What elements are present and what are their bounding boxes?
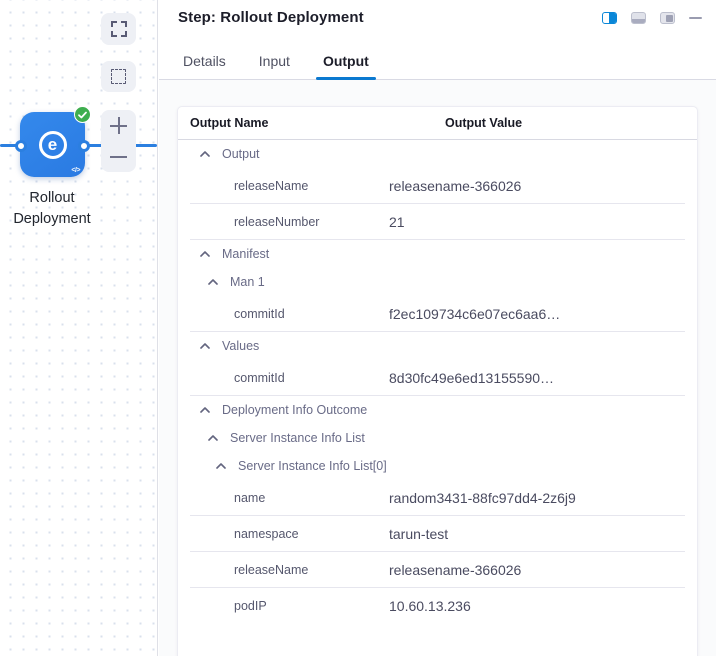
tab-content: Output Name Output Value Output releaseNa… [159,80,716,656]
section-row[interactable]: Manifest [178,240,697,268]
split-right-icon[interactable] [602,12,617,24]
node-output-port[interactable] [78,140,90,152]
chevron-up-icon[interactable] [200,151,210,157]
output-row: commitId8d30fc49e6ed13155590… [178,360,697,396]
section-row[interactable]: Server Instance Info List[0] [178,452,697,480]
tab-input[interactable]: Input [257,53,292,79]
output-table-card: Output Name Output Value Output releaseNa… [177,106,698,656]
column-header-output-name: Output Name [190,116,445,130]
section-label: Server Instance Info List [230,431,365,445]
section-row[interactable]: Deployment Info Outcome [178,396,697,424]
zoom-controls [101,110,136,172]
chevron-up-icon[interactable] [200,407,210,413]
section-label: Server Instance Info List[0] [238,459,387,473]
output-table-body: OutputreleaseNamereleasename-366026relea… [178,140,697,624]
dock-inset-icon[interactable] [660,12,675,24]
output-row: releaseNamereleasename-366026 [178,168,697,204]
output-value: 10.60.13.236 [389,588,471,624]
fullscreen-icon [111,21,127,37]
output-value: tarun-test [389,516,448,552]
output-name: name [178,480,389,505]
output-value: releasename-366026 [389,552,521,588]
tab-output[interactable]: Output [321,53,371,79]
node-label: Rollout Deployment [0,188,110,230]
window-controls [602,9,702,24]
app-root: e </> Rollout Deployment Step: Rollout D… [0,0,716,656]
section-label: Manifest [222,247,269,261]
success-check-icon [74,106,91,123]
section-label: Output [222,147,260,161]
output-name: releaseNumber [178,204,389,229]
section-row[interactable]: Man 1 [178,268,697,296]
step-detail-panel: Step: Rollout Deployment Details Input O… [159,0,716,656]
output-name: namespace [178,516,389,541]
zoom-in-icon [110,117,127,134]
output-name: commitId [178,296,389,321]
section-label: Deployment Info Outcome [222,403,367,417]
panel-title: Step: Rollout Deployment [178,9,364,26]
output-row: namerandom3431-88fc97dd4-2z6j9 [178,480,697,516]
marquee-select-icon [111,69,126,84]
section-row[interactable]: Server Instance Info List [178,424,697,452]
rollout-deployment-icon: e [39,131,67,159]
pipeline-canvas[interactable]: e </> Rollout Deployment [0,0,158,656]
chevron-up-icon[interactable] [200,343,210,349]
output-value: 8d30fc49e6ed13155590… [389,360,554,396]
node-input-port[interactable] [15,140,27,152]
tab-bar: Details Input Output [159,44,716,80]
chevron-up-icon[interactable] [200,251,210,257]
zoom-out-button[interactable] [101,141,136,172]
section-row[interactable]: Output [178,140,697,168]
output-row: releaseNamereleasename-366026 [178,552,697,588]
dock-bottom-icon[interactable] [631,12,646,24]
canvas-fullscreen-button[interactable] [101,13,136,45]
minimize-icon[interactable] [689,17,702,19]
section-label: Man 1 [230,275,265,289]
output-name: releaseName [178,552,389,577]
output-value: random3431-88fc97dd4-2z6j9 [389,480,576,516]
output-name: podIP [178,588,389,613]
column-header-output-value: Output Value [445,116,522,130]
zoom-in-button[interactable] [101,110,136,141]
step-node-rollout-deployment[interactable]: e </> [20,112,85,177]
output-value: f2ec109734c6e07ec6aa6… [389,296,560,332]
output-name: commitId [178,360,389,385]
section-label: Values [222,339,259,353]
output-table-header: Output Name Output Value [178,107,697,140]
section-row[interactable]: Values [178,332,697,360]
code-glyph-icon: </> [71,167,80,174]
output-row: namespacetarun-test [178,516,697,552]
chevron-up-icon[interactable] [208,435,218,441]
output-row: commitIdf2ec109734c6e07ec6aa6… [178,296,697,332]
zoom-out-icon [110,156,127,158]
canvas-select-button[interactable] [101,61,136,92]
chevron-up-icon[interactable] [216,463,226,469]
output-value: 21 [389,204,405,240]
chevron-up-icon[interactable] [208,279,218,285]
tab-details[interactable]: Details [181,53,228,79]
panel-header: Step: Rollout Deployment [159,0,716,44]
output-row: releaseNumber21 [178,204,697,240]
output-value: releasename-366026 [389,168,521,204]
output-name: releaseName [178,168,389,193]
output-row: podIP10.60.13.236 [178,588,697,624]
